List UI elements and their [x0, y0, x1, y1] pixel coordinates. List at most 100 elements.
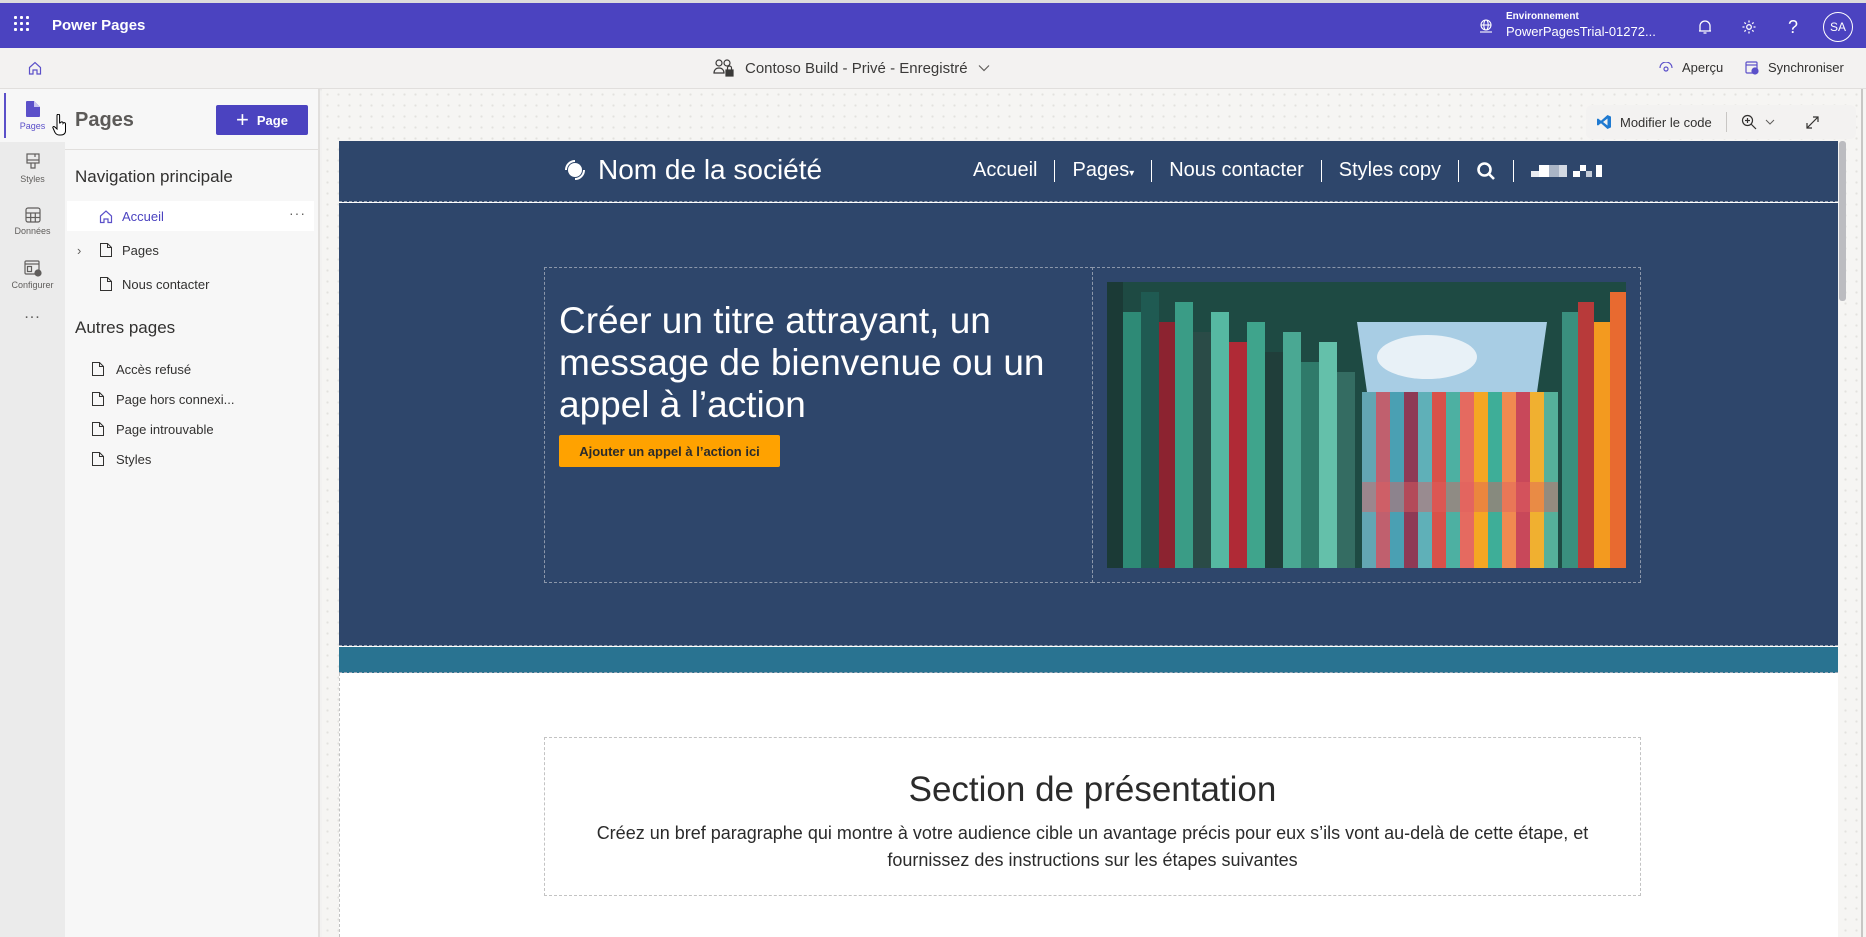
page-icon [92, 452, 104, 466]
other-page-label: Page hors connexi... [116, 391, 235, 407]
app-title: Power Pages [52, 17, 146, 34]
site-brand[interactable]: Nom de la société [562, 154, 822, 186]
nav-item-contact[interactable]: Nous contacter [67, 269, 314, 299]
site-menu-item[interactable]: Accueil [973, 159, 1037, 182]
page-icon [92, 392, 104, 406]
caret-down-icon: ▾ [1129, 168, 1135, 179]
site-menu-item[interactable]: Pages▾ [1072, 159, 1134, 182]
environment-label: Environnement [1506, 11, 1579, 22]
environment-picker[interactable]: Environnement PowerPagesTrial-01272... [1478, 11, 1656, 40]
notifications-button[interactable] [1695, 17, 1715, 37]
edit-code-label: Modifier le code [1620, 114, 1712, 130]
page-icon [100, 277, 112, 291]
site-menu-item[interactable]: Styles copy [1339, 159, 1441, 182]
section-outline [339, 673, 340, 937]
rail-item-configure[interactable]: Configurer [0, 248, 65, 301]
rail-label: Pages [19, 121, 46, 131]
zoom-in-icon [1741, 114, 1757, 130]
site-menu-label: Pages [1072, 159, 1130, 181]
other-page-label: Page introuvable [116, 421, 214, 437]
home-icon[interactable] [27, 60, 43, 76]
rail-label: Styles [20, 174, 45, 184]
sync-icon [1745, 60, 1759, 75]
page-icon [100, 243, 112, 257]
nav-item-label: Accueil [122, 208, 164, 224]
help-button[interactable]: ? [1783, 17, 1803, 37]
more-options-icon[interactable]: ··· [289, 205, 306, 221]
bell-icon [1699, 20, 1711, 34]
page-icon [92, 422, 104, 436]
nav-item-accueil[interactable]: Accueil ··· [67, 201, 314, 231]
rail-item-styles[interactable]: Styles [0, 142, 65, 195]
pages-panel: Pages + Page Navigation principale Accue… [65, 89, 320, 937]
menu-divider [1054, 159, 1056, 182]
cta-button[interactable]: Ajouter un appel à l’action ici [559, 435, 780, 467]
settings-window-icon [23, 259, 42, 277]
other-page-item[interactable]: Styles [91, 447, 151, 471]
menu-divider [1513, 159, 1515, 182]
user-avatar[interactable]: SA [1823, 12, 1853, 42]
sync-button[interactable]: Synchroniser [1745, 60, 1844, 75]
site-navbar: Nom de la société Accueil Pages▾ Nous co… [339, 141, 1838, 202]
panel-header: Pages + Page [65, 89, 318, 150]
preview-button[interactable]: Aperçu [1659, 60, 1723, 75]
site-menu-item[interactable]: Nous contacter [1169, 159, 1304, 182]
other-pages-title: Autres pages [75, 318, 176, 337]
workspace-scrollbar[interactable] [1861, 89, 1863, 937]
rail-label: Données [14, 226, 51, 236]
toolbar-divider [1725, 112, 1727, 132]
sync-label: Synchroniser [1768, 60, 1844, 75]
other-page-item[interactable]: Page hors connexi... [91, 387, 235, 411]
chevron-down-icon [978, 65, 990, 72]
vscode-icon [1597, 115, 1611, 129]
table-icon [24, 207, 41, 223]
canvas-toolbar: Modifier le code [1586, 105, 1856, 139]
other-page-label: Styles [116, 451, 152, 467]
search-icon[interactable] [1476, 161, 1496, 181]
expand-icon [1806, 115, 1819, 129]
chevron-right-icon[interactable]: › [77, 243, 81, 258]
chevron-down-icon [1765, 119, 1775, 125]
signin-redacted[interactable] [1531, 164, 1603, 177]
other-page-item[interactable]: Accès refusé [91, 357, 191, 381]
nav-item-label: Pages [122, 242, 159, 258]
menu-divider [1458, 159, 1460, 182]
panel-title: Pages [75, 109, 134, 131]
gear-icon [1742, 20, 1756, 34]
site-bar: Contoso Build - Privé - Enregistré Aperç… [0, 48, 1866, 89]
users-lock-icon [713, 59, 734, 77]
main-nav-title: Navigation principale [75, 167, 233, 186]
settings-button[interactable] [1739, 17, 1759, 37]
site-name: Contoso Build - Privé - Enregistré [745, 59, 968, 77]
preview-label: Aperçu [1682, 60, 1724, 75]
home-icon [99, 210, 113, 224]
presentation-section: Section de présentation Créez un bref pa… [544, 737, 1641, 896]
rail-label: Configurer [11, 279, 54, 290]
site-canvas[interactable]: Nom de la société Accueil Pages▾ Nous co… [339, 141, 1838, 937]
logo-icon [565, 160, 585, 180]
rail-item-pages[interactable]: Pages [0, 89, 65, 142]
hero-section: Créer un titre attrayant, un message de … [339, 203, 1838, 646]
canvas-scrollbar[interactable] [1839, 141, 1846, 301]
environment-value: PowerPagesTrial-01272... [1506, 24, 1656, 39]
other-page-item[interactable]: Page introuvable [91, 417, 214, 441]
rail-item-data[interactable]: Données [0, 195, 65, 248]
site-selector[interactable]: Contoso Build - Privé - Enregistré [713, 58, 990, 78]
edit-code-button[interactable]: Modifier le code [1596, 114, 1712, 130]
page-icon [25, 101, 40, 117]
more-icon[interactable]: ... [0, 301, 65, 323]
app-launcher-icon[interactable] [14, 16, 30, 32]
hero-text-column: Créer un titre attrayant, un message de … [544, 267, 1093, 583]
hero-title: Créer un titre attrayant, un message de … [559, 300, 1045, 425]
fullscreen-button[interactable] [1805, 115, 1820, 130]
menu-divider [1151, 159, 1153, 182]
menu-divider [1320, 159, 1322, 182]
section-text: Créez un bref paragraphe qui montre à vo… [596, 823, 1589, 870]
nav-item-pages[interactable]: › Pages [67, 235, 314, 265]
left-rail: Pages Styles Données Configurer ... [0, 89, 65, 937]
hero-image [1107, 282, 1626, 568]
page-icon [92, 362, 104, 376]
zoom-menu-button[interactable] [1741, 114, 1775, 130]
add-page-button[interactable]: + Page [216, 105, 308, 135]
section-title: Section de présentation [908, 770, 1277, 809]
